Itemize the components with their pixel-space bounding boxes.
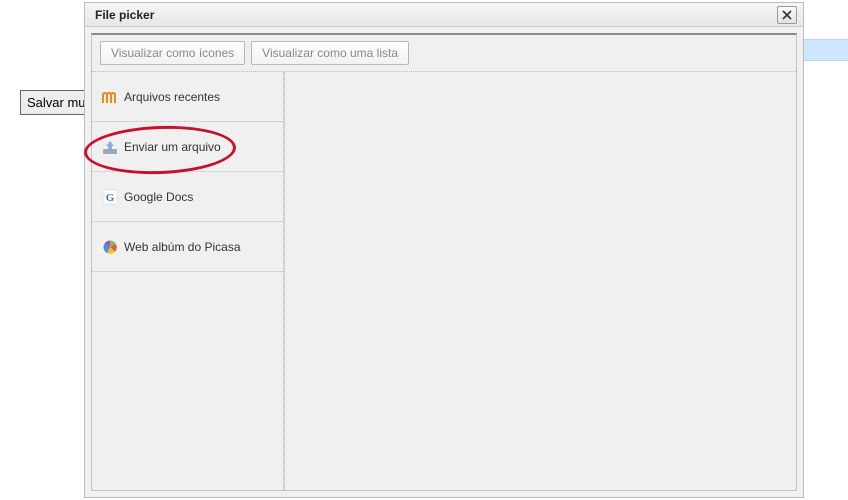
repo-label: Web albúm do Picasa: [124, 240, 241, 254]
repo-label: Enviar um arquivo: [124, 140, 221, 154]
repo-picasa[interactable]: Web albúm do Picasa: [92, 222, 283, 272]
repo-google-docs[interactable]: G Google Docs: [92, 172, 283, 222]
view-icons-button[interactable]: Visualizar como ícones: [100, 41, 245, 65]
repo-recent-files[interactable]: Arquivos recentes: [92, 72, 283, 122]
dialog-frame: Visualizar como ícones Visualizar como u…: [91, 33, 797, 491]
repo-label: Google Docs: [124, 190, 193, 204]
svg-text:G: G: [106, 192, 115, 204]
file-listing-pane: [284, 72, 796, 490]
repo-upload-file[interactable]: Enviar um arquivo: [92, 122, 283, 172]
dialog-content: Arquivos recentes Enviar um arquivo: [92, 72, 796, 490]
close-icon: [782, 10, 792, 20]
view-list-button[interactable]: Visualizar como uma lista: [251, 41, 409, 65]
view-toolbar: Visualizar como ícones Visualizar como u…: [92, 35, 796, 72]
repo-label: Arquivos recentes: [124, 90, 220, 104]
dialog-title: File picker: [95, 8, 154, 22]
repository-sidebar: Arquivos recentes Enviar um arquivo: [92, 72, 284, 490]
google-icon: G: [102, 189, 118, 205]
moodle-icon: [102, 89, 118, 105]
picasa-icon: [102, 239, 118, 255]
file-picker-dialog: File picker Visualizar como ícones Visua…: [84, 2, 804, 498]
upload-icon: [102, 139, 118, 155]
background-stripe: [804, 39, 848, 61]
close-button[interactable]: [777, 6, 797, 24]
dialog-body: Visualizar como ícones Visualizar como u…: [85, 27, 803, 497]
dialog-titlebar: File picker: [85, 3, 803, 27]
